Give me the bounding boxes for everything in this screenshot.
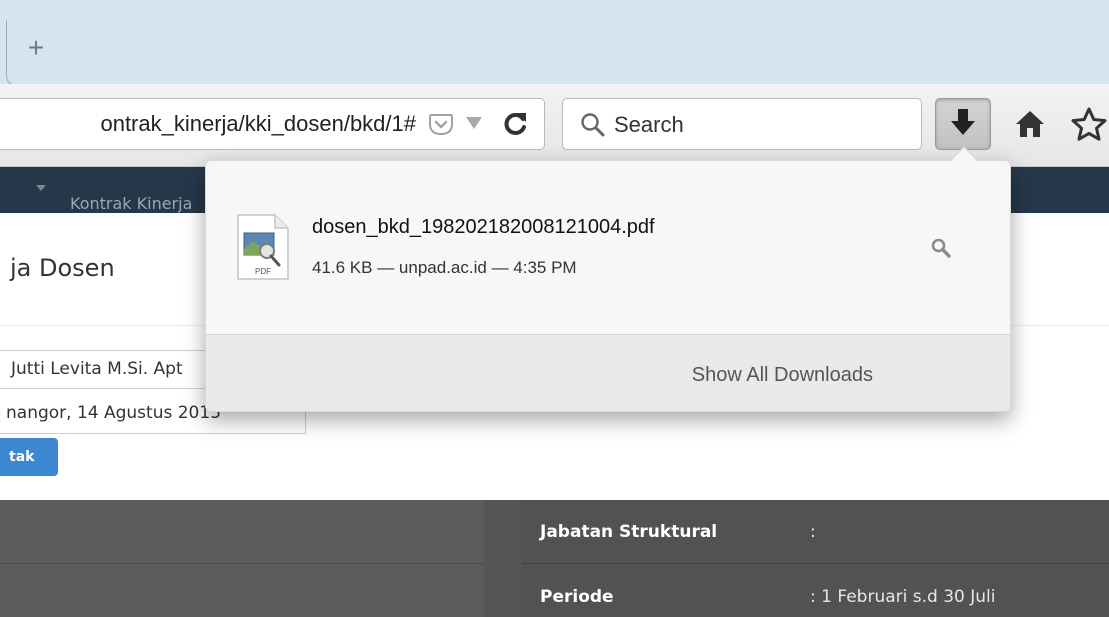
url-value: ontrak_kinerja/kki_dosen/bkd/1# — [100, 111, 416, 136]
table-label-jabatan: Jabatan Struktural — [540, 522, 718, 542]
pdf-type-label: PDF — [255, 267, 271, 276]
show-all-downloads-button[interactable]: Show All Downloads — [206, 335, 1010, 411]
tab-edge — [6, 20, 1109, 86]
chevron-down-icon[interactable] — [36, 185, 46, 191]
downloads-panel: PDF dosen_bkd_198202182008121004.pdf 41.… — [205, 160, 1011, 412]
search-input[interactable]: Search — [614, 112, 684, 138]
table-value-periode: : 1 Februari s.d 30 Juli — [810, 587, 996, 607]
bookmark-star-icon[interactable] — [1070, 106, 1108, 142]
panel-arrow-fill — [950, 148, 978, 162]
table-label-periode: Periode — [540, 587, 614, 607]
name-field-value: Jutti Levita M.Si. Apt — [11, 359, 183, 379]
table-value-jabatan: : — [810, 522, 816, 542]
download-icon — [951, 109, 975, 135]
show-in-folder-icon[interactable] — [930, 237, 952, 259]
dropmarker-icon[interactable] — [466, 117, 482, 129]
download-meta: 41.6 KB — unpad.ac.id — 4:35 PM — [312, 258, 577, 277]
reload-icon[interactable] — [502, 110, 530, 138]
url-text[interactable]: ontrak_kinerja/kki_dosen/bkd/1# — [0, 111, 416, 137]
table-gutter — [484, 500, 521, 617]
new-tab-icon[interactable]: + — [24, 34, 48, 62]
date-field-value: nangor, 14 Agustus 2015 — [6, 403, 222, 423]
download-item[interactable]: PDF dosen_bkd_198202182008121004.pdf 41.… — [206, 161, 1010, 335]
home-icon[interactable] — [1014, 108, 1046, 140]
print-button-label: tak — [9, 449, 35, 465]
download-file-name: dosen_bkd_198202182008121004.pdf — [312, 216, 655, 238]
table-left-header — [0, 500, 484, 617]
pocket-icon[interactable] — [428, 112, 454, 137]
nav-item-kontrak-kinerja[interactable]: Kontrak Kinerja — [70, 194, 192, 213]
show-all-downloads-label: Show All Downloads — [691, 364, 873, 386]
divider — [0, 563, 484, 564]
search-icon — [581, 113, 605, 137]
print-button[interactable]: tak — [0, 438, 58, 476]
pdf-file-icon: PDF — [237, 214, 289, 280]
divider — [521, 563, 1109, 564]
page-title: ja Dosen — [10, 254, 115, 282]
